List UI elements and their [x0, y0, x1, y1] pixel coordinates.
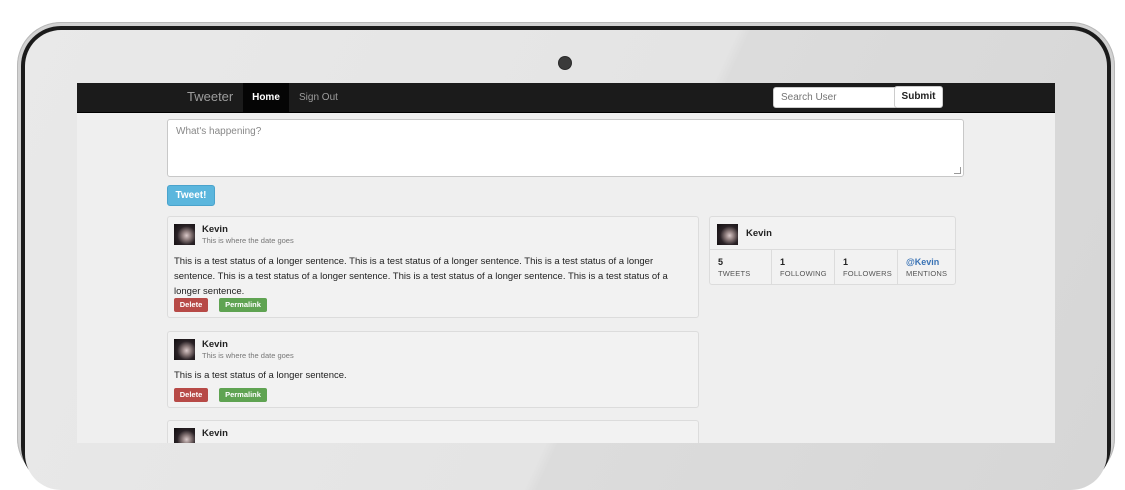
nav-home[interactable]: Home — [243, 83, 289, 112]
screen: Tweeter Home Sign Out Submit What's happ… — [77, 83, 1055, 443]
stat-following[interactable]: 1 FOLLOWING — [771, 250, 834, 284]
profile-name[interactable]: Kevin — [746, 228, 772, 239]
tweet-author[interactable]: Kevin — [202, 339, 228, 350]
stat-label: FOLLOWING — [780, 269, 827, 278]
nav-sign-out[interactable]: Sign Out — [299, 83, 338, 112]
tweet-text: This is a test status of a longer senten… — [174, 370, 347, 381]
stat-value: 1 — [780, 257, 786, 267]
compose-textarea[interactable]: What's happening? — [167, 119, 964, 177]
stat-tweets[interactable]: 5 TWEETS — [710, 250, 771, 284]
profile-avatar[interactable] — [717, 224, 738, 245]
navbar: Tweeter Home Sign Out Submit — [77, 83, 1055, 113]
stat-value: 5 — [718, 257, 724, 267]
search-user-input[interactable] — [773, 87, 898, 108]
stat-value: 1 — [843, 257, 849, 267]
tweet-date: This is where the date goes — [202, 236, 294, 245]
stat-label: MENTIONS — [906, 269, 948, 278]
permalink-button[interactable]: Permalink — [219, 298, 267, 312]
tweet-card: Kevin This is where the date goes This i… — [167, 216, 699, 318]
tweet-button[interactable]: Tweet! — [167, 185, 215, 206]
avatar[interactable] — [174, 339, 195, 360]
delete-button[interactable]: Delete — [174, 388, 208, 402]
tweet-date: This is where the date goes — [202, 351, 294, 360]
stat-label: TWEETS — [718, 269, 751, 278]
avatar[interactable] — [174, 224, 195, 245]
delete-button[interactable]: Delete — [174, 298, 208, 312]
avatar[interactable] — [174, 428, 195, 443]
tweet-text: This is a test status of a longer senten… — [174, 256, 668, 297]
tweet-author[interactable]: Kevin — [202, 224, 228, 235]
compose-placeholder: What's happening? — [176, 126, 262, 137]
search-submit-button[interactable]: Submit — [894, 86, 943, 108]
stat-mentions[interactable]: @Kevin MENTIONS — [897, 250, 955, 284]
tweet-card: Kevin This is where the date goes This i… — [167, 331, 699, 408]
tweet-author[interactable]: Kevin — [202, 428, 228, 439]
tweet-card: Kevin — [167, 420, 699, 443]
stat-followers[interactable]: 1 FOLLOWERS — [834, 250, 897, 284]
resize-grip-icon[interactable] — [954, 167, 961, 174]
stat-value[interactable]: @Kevin — [906, 257, 939, 267]
brand-logo[interactable]: Tweeter — [187, 89, 233, 104]
webcam-icon — [559, 57, 571, 69]
profile-card: Kevin 5 TWEETS 1 FOLLOWING 1 FOLLOWERS @… — [709, 216, 956, 285]
stat-label: FOLLOWERS — [843, 269, 892, 278]
permalink-button[interactable]: Permalink — [219, 388, 267, 402]
